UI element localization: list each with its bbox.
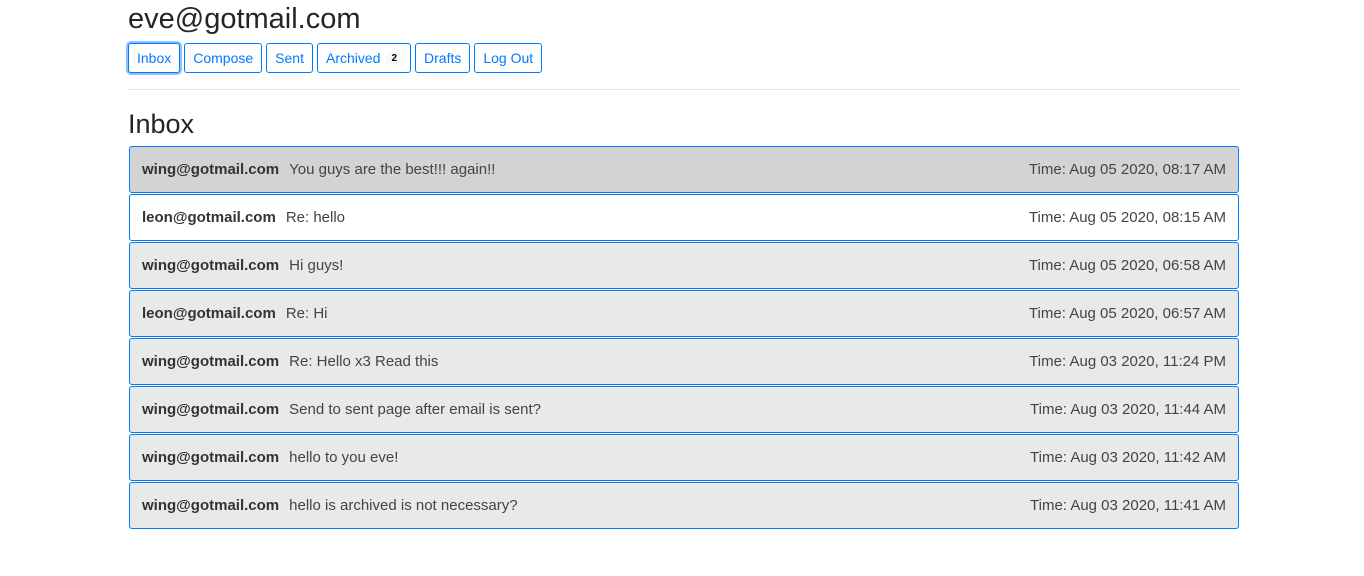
user-email-heading: eve@gotmail.com [128, 3, 361, 35]
email-list: wing@gotmail.com You guys are the best!!… [128, 146, 1239, 529]
email-sender: wing@gotmail.com [142, 449, 280, 466]
email-time: Time: Aug 05 2020, 08:17 AM [1028, 161, 1226, 178]
email-row[interactable]: wing@gotmail.com You guys are the best!!… [129, 146, 1239, 193]
email-sender: wing@gotmail.com [142, 257, 280, 274]
email-time: Time: Aug 03 2020, 11:41 AM [1030, 497, 1226, 514]
email-time: Time: Aug 03 2020, 11:44 AM [1030, 401, 1226, 418]
archived-label: Archived [325, 50, 381, 66]
inbox-button[interactable]: Inbox [128, 43, 181, 73]
email-sender: wing@gotmail.com [142, 353, 280, 370]
email-time: Time: Aug 03 2020, 11:42 AM [1030, 449, 1226, 466]
page-title: Inbox [128, 109, 195, 139]
email-subject: hello to you eve! [289, 449, 399, 466]
drafts-button[interactable]: Drafts [415, 43, 471, 73]
email-sender: leon@gotmail.com [142, 305, 276, 322]
email-row[interactable]: wing@gotmail.com hello to you eve! Time:… [129, 434, 1239, 481]
email-row[interactable]: leon@gotmail.com Re: Hi Time: Aug 05 202… [129, 290, 1239, 337]
email-subject: Hi guys! [289, 257, 344, 274]
email-sender: wing@gotmail.com [142, 401, 280, 418]
email-subject: Re: Hello x3 Read this [289, 353, 439, 370]
mail-app: eve@gotmail.com Inbox Compose Sent Archi… [128, 0, 1239, 530]
email-subject: hello is archived is not necessary? [289, 497, 518, 514]
email-sender: wing@gotmail.com [142, 161, 280, 178]
archived-button[interactable]: Archived 2 [316, 43, 412, 73]
email-row[interactable]: leon@gotmail.com Re: hello Time: Aug 05 … [129, 194, 1239, 241]
compose-button[interactable]: Compose [184, 43, 263, 73]
archived-count-badge: 2 [386, 51, 403, 65]
email-time: Time: Aug 05 2020, 06:57 AM [1028, 305, 1226, 322]
email-sender: wing@gotmail.com [142, 497, 280, 514]
email-subject: Re: hello [285, 209, 346, 226]
sent-button[interactable]: Sent [266, 43, 313, 73]
email-row[interactable]: wing@gotmail.com Re: Hello x3 Read this … [129, 338, 1239, 385]
email-subject: You guys are the best!!! again!! [289, 161, 496, 178]
email-subject: Send to sent page after email is sent? [289, 401, 541, 418]
email-subject: Re: Hi [285, 305, 328, 322]
logout-button[interactable]: Log Out [474, 43, 543, 73]
email-time: Time: Aug 05 2020, 06:58 AM [1028, 257, 1226, 274]
email-sender: leon@gotmail.com [142, 209, 276, 226]
email-row[interactable]: wing@gotmail.com hello is archived is no… [129, 482, 1239, 529]
header-divider [128, 89, 1239, 90]
email-time: Time: Aug 05 2020, 08:15 AM [1028, 209, 1226, 226]
nav-bar: Inbox Compose Sent Archived 2 Drafts Log… [128, 43, 1239, 73]
email-row[interactable]: wing@gotmail.com Hi guys! Time: Aug 05 2… [129, 242, 1239, 289]
email-row[interactable]: wing@gotmail.com Send to sent page after… [129, 386, 1239, 433]
email-time: Time: Aug 03 2020, 11:24 PM [1029, 353, 1226, 370]
